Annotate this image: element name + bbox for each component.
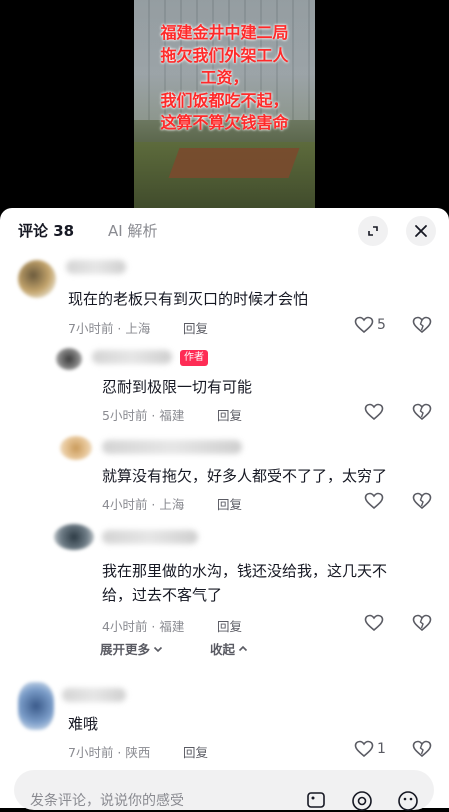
- expand-more-label: 展开更多: [100, 642, 151, 657]
- heart-icon: [354, 740, 374, 758]
- comment-meta: 4小时前 · 上海: [102, 497, 185, 512]
- broken-heart-icon: [412, 740, 432, 758]
- username-blurred[interactable]: [102, 440, 242, 454]
- avatar[interactable]: [56, 348, 82, 370]
- heart-icon: [354, 316, 374, 334]
- avatar[interactable]: [18, 260, 56, 298]
- like-button[interactable]: 1: [354, 740, 386, 758]
- close-icon: [415, 225, 427, 237]
- comment-input-placeholder: 发条评论，说说你的感受: [30, 793, 184, 809]
- caption-line-1: 福建金井中建二局: [160, 23, 289, 42]
- reply-button[interactable]: 回复: [217, 405, 242, 424]
- like-count: 5: [377, 317, 386, 333]
- caption-line-4: 我们饭都吃不起，: [160, 90, 289, 110]
- dislike-button[interactable]: [412, 403, 432, 425]
- expand-icon: [368, 226, 378, 236]
- tab-ai-analysis[interactable]: AI 解析: [108, 220, 157, 241]
- caption-line-3: 工资，: [200, 68, 249, 87]
- comment-item: 现在的老板只有到灭口的时候才会怕 7小时前 · 上海 回复 5: [0, 254, 449, 344]
- username-blurred[interactable]: [66, 260, 126, 274]
- close-button[interactable]: [406, 216, 436, 246]
- caption-line-2: 拖欠我们外架工人: [160, 45, 289, 65]
- caption-line-5: 这算不算欠钱害命: [160, 113, 289, 132]
- reply-button[interactable]: 回复: [217, 494, 242, 513]
- tab-comments[interactable]: 评论 38: [18, 220, 74, 241]
- comment-meta: 7小时前 · 上海: [68, 321, 151, 336]
- comment-text: 难哦: [68, 715, 99, 733]
- collapse-label: 收起: [210, 642, 236, 657]
- avatar[interactable]: [54, 524, 94, 550]
- comment-sheet: 评论 38 AI 解析 现在的老板只有到灭口的时候才会怕 7小时前 · 上海 回…: [0, 208, 449, 808]
- comment-input[interactable]: 发条评论，说说你的感受: [14, 770, 434, 812]
- broken-heart-icon: [412, 614, 432, 632]
- comment-text: 现在的老板只有到灭口的时候才会怕: [68, 290, 309, 308]
- like-button[interactable]: [364, 492, 384, 510]
- dislike-button[interactable]: [412, 492, 432, 514]
- expand-more-link[interactable]: 展开更多: [100, 639, 164, 658]
- broken-heart-icon: [412, 403, 432, 421]
- dislike-button[interactable]: [412, 614, 432, 636]
- broken-heart-icon: [412, 492, 432, 510]
- comment-text: 忍耐到极限一切有可能: [102, 378, 253, 396]
- avatar[interactable]: [18, 682, 54, 730]
- comment-meta: 7小时前 · 陕西: [68, 745, 151, 760]
- video-caption-overlay: 福建金井中建二局 拖欠我们外架工人 工资， 我们饭都吃不起， 这算不算欠钱害命: [134, 22, 315, 135]
- username-blurred[interactable]: [92, 350, 172, 364]
- like-count: 1: [377, 741, 386, 757]
- avatar[interactable]: [60, 436, 92, 460]
- comment-text-line-2: 给，过去不客气了: [102, 586, 223, 604]
- broken-heart-icon: [412, 316, 432, 334]
- comment-input-bar: 发条评论，说说你的感受: [0, 770, 449, 811]
- collapse-link[interactable]: 收起: [210, 639, 249, 658]
- comment-text-line-1: 我在那里做的水沟，钱还没给我，这几天不: [102, 562, 388, 580]
- like-button[interactable]: [364, 403, 384, 421]
- username-blurred[interactable]: [62, 688, 126, 702]
- comment-meta: 4小时前 · 福建: [102, 619, 185, 634]
- video-player[interactable]: 福建金井中建二局 拖欠我们外架工人 工资， 我们饭都吃不起， 这算不算欠钱害命: [0, 0, 449, 212]
- sheet-tabs: 评论 38 AI 解析: [0, 208, 449, 252]
- reply-button[interactable]: 回复: [183, 742, 208, 761]
- like-button[interactable]: 5: [354, 316, 386, 334]
- chevron-up-icon: [238, 645, 248, 651]
- video-board-bg: [168, 148, 300, 178]
- expand-button[interactable]: [358, 216, 388, 246]
- chevron-down-icon: [153, 646, 163, 652]
- image-icon[interactable]: [306, 790, 326, 810]
- dislike-button[interactable]: [412, 316, 432, 338]
- reply-item: 就算没有拖欠，好多人都受不了了，太穷了 4小时前 · 上海 回复: [0, 432, 449, 520]
- comment-meta: 5小时前 · 福建: [102, 408, 185, 423]
- reply-item: 我在那里做的水沟，钱还没给我，这几天不 给，过去不客气了 4小时前 · 福建 回…: [0, 520, 449, 636]
- username-blurred[interactable]: [102, 530, 198, 544]
- heart-icon: [364, 403, 384, 421]
- reply-button[interactable]: 回复: [217, 616, 242, 635]
- emoji-icon[interactable]: [397, 790, 419, 812]
- comment-item: 难哦 7小时前 · 陕西 回复 1: [0, 678, 449, 768]
- dislike-button[interactable]: [412, 740, 432, 762]
- heart-icon: [364, 492, 384, 510]
- reply-button[interactable]: 回复: [183, 318, 208, 337]
- like-button[interactable]: [364, 614, 384, 632]
- reply-item: 作者 忍耐到极限一切有可能 5小时前 · 福建 回复: [0, 344, 449, 430]
- author-badge: 作者: [180, 350, 208, 366]
- comment-text: 就算没有拖欠，好多人都受不了了，太穷了: [102, 467, 388, 485]
- at-icon[interactable]: [351, 790, 373, 812]
- heart-icon: [364, 614, 384, 632]
